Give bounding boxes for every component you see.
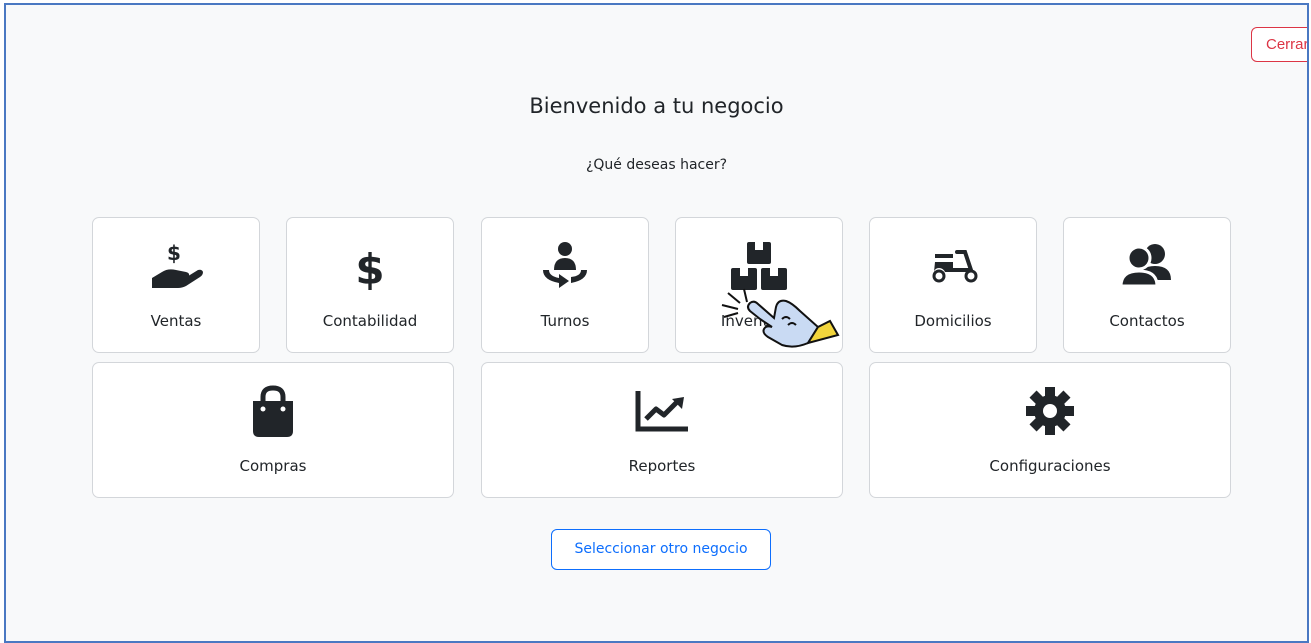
- svg-text:$: $: [167, 241, 181, 265]
- gear-icon: [870, 385, 1230, 442]
- module-card-reportes[interactable]: Reportes: [481, 362, 843, 498]
- module-label: Compras: [239, 457, 307, 475]
- users-icon: [1064, 240, 1230, 297]
- page-subtitle: ¿Qué deseas hacer?: [585, 157, 728, 173]
- close-button[interactable]: Cerrar: [1251, 27, 1307, 62]
- module-label: Contabilidad: [322, 312, 418, 330]
- module-label: Contactos: [1109, 312, 1185, 330]
- module-label: Inventario: [720, 312, 798, 330]
- module-label: Reportes: [628, 457, 696, 475]
- module-card-domicilios[interactable]: Domicilios: [869, 217, 1037, 353]
- module-card-configuraciones[interactable]: Configuraciones: [869, 362, 1231, 498]
- dollar-sign-icon: $: [287, 240, 453, 297]
- module-card-inventario[interactable]: Inventario: [675, 217, 843, 353]
- app-frame: Cerrar Bienvenido a tu negocio ¿Qué dese…: [4, 3, 1309, 643]
- module-label: Ventas: [150, 312, 202, 330]
- person-rotating-icon: [482, 240, 648, 297]
- boxes-stacked-icon: [676, 240, 842, 297]
- module-card-contabilidad[interactable]: $ Contabilidad: [286, 217, 454, 353]
- module-card-turnos[interactable]: Turnos: [481, 217, 649, 353]
- module-card-compras[interactable]: Compras: [92, 362, 454, 498]
- select-other-business-button[interactable]: Seleccionar otro negocio: [551, 529, 771, 570]
- module-card-ventas[interactable]: $ Ventas: [92, 217, 260, 353]
- svg-text:$: $: [355, 245, 384, 292]
- shopping-bag-icon: [93, 385, 453, 444]
- module-label: Configuraciones: [989, 457, 1111, 475]
- chart-line-icon: [482, 385, 842, 442]
- module-label: Turnos: [540, 312, 590, 330]
- module-label: Domicilios: [914, 312, 992, 330]
- hand-holding-dollar-icon: $: [93, 240, 259, 297]
- scooter-icon: [870, 240, 1036, 297]
- page-title: Bienvenido a tu negocio: [529, 94, 784, 118]
- module-card-contactos[interactable]: Contactos: [1063, 217, 1231, 353]
